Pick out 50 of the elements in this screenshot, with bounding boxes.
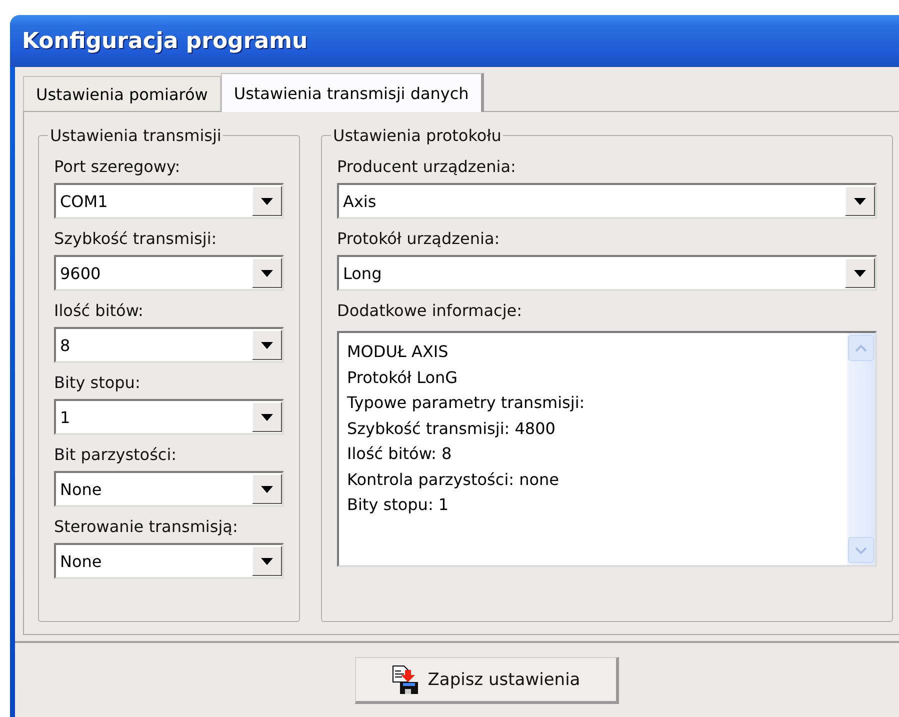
dropdown-button[interactable] [845, 186, 875, 216]
field-label: Ilość bitów: [54, 301, 144, 321]
dropdown-field[interactable]: Axis [337, 183, 877, 219]
dropdown-field[interactable]: None [54, 471, 284, 507]
field-label: Szybkość transmisji: [54, 229, 218, 249]
info-line: Typowe parametry transmisji: [347, 392, 586, 414]
save-button[interactable]: Zapisz ustawienia [355, 657, 619, 704]
caret-icon [854, 270, 866, 276]
chevron-up-icon [855, 344, 867, 352]
info-line: Ilość bitów: 8 [347, 443, 453, 465]
dropdown-field[interactable]: COM1 [54, 183, 284, 219]
window-title: Konfiguracja programu [22, 28, 308, 54]
field-label: Producent urządzenia: [337, 157, 517, 177]
info-line: Protokół LonG [347, 366, 459, 388]
dropdown-button[interactable] [252, 186, 282, 216]
field-label: Bit parzystości: [54, 445, 178, 465]
caret-icon [261, 558, 273, 564]
dropdown-button[interactable] [252, 258, 282, 288]
caret-icon [854, 198, 866, 204]
caret-icon [261, 270, 273, 276]
info-line: MODUŁ AXIS [347, 341, 450, 363]
caret-icon [261, 342, 273, 348]
save-icon [392, 664, 420, 694]
info-line: Kontrola parzystości: none [347, 468, 560, 490]
chevron-down-icon [855, 546, 867, 554]
dropdown-field[interactable]: 8 [54, 327, 284, 363]
info-line: Szybkość transmisji: 4800 [347, 418, 556, 440]
tab[interactable]: Ustawienia transmisji danych [220, 73, 484, 112]
dropdown-field[interactable]: Long [337, 255, 877, 291]
field-label: Protokół urządzenia: [337, 229, 501, 249]
info-line: Bity stopu: 1 [347, 494, 450, 516]
dropdown-button[interactable] [252, 330, 282, 360]
field-label: Sterowanie transmisją: [54, 517, 239, 537]
dropdown-button[interactable] [252, 474, 282, 504]
dropdown-button[interactable] [252, 402, 282, 432]
info-text-area[interactable]: MODUŁ AXIS Protokół LonG Typowe parametry transmisji: Szybkość transmisji: 4800 Ilość bitów: 8 Kontrola parzystości: none Bity stopu: 1 [337, 331, 877, 567]
group-title: Ustawienia protokołu [332, 126, 502, 145]
dropdown-button[interactable] [845, 258, 875, 288]
caret-icon [261, 486, 273, 492]
dropdown-field[interactable]: 1 [54, 399, 284, 435]
caret-icon [261, 198, 273, 204]
field-label: Port szeregowy: [54, 157, 182, 177]
caret-icon [261, 414, 273, 420]
tab[interactable]: Ustawienia pomiarów [23, 76, 221, 111]
group-title: Ustawienia transmisji [49, 126, 222, 145]
dropdown-button[interactable] [252, 546, 282, 576]
field-label: Dodatkowe informacje: [337, 301, 524, 321]
dropdown-field[interactable]: None [54, 543, 284, 579]
dropdown-field[interactable]: 9600 [54, 255, 284, 291]
field-label: Bity stopu: [54, 373, 142, 393]
